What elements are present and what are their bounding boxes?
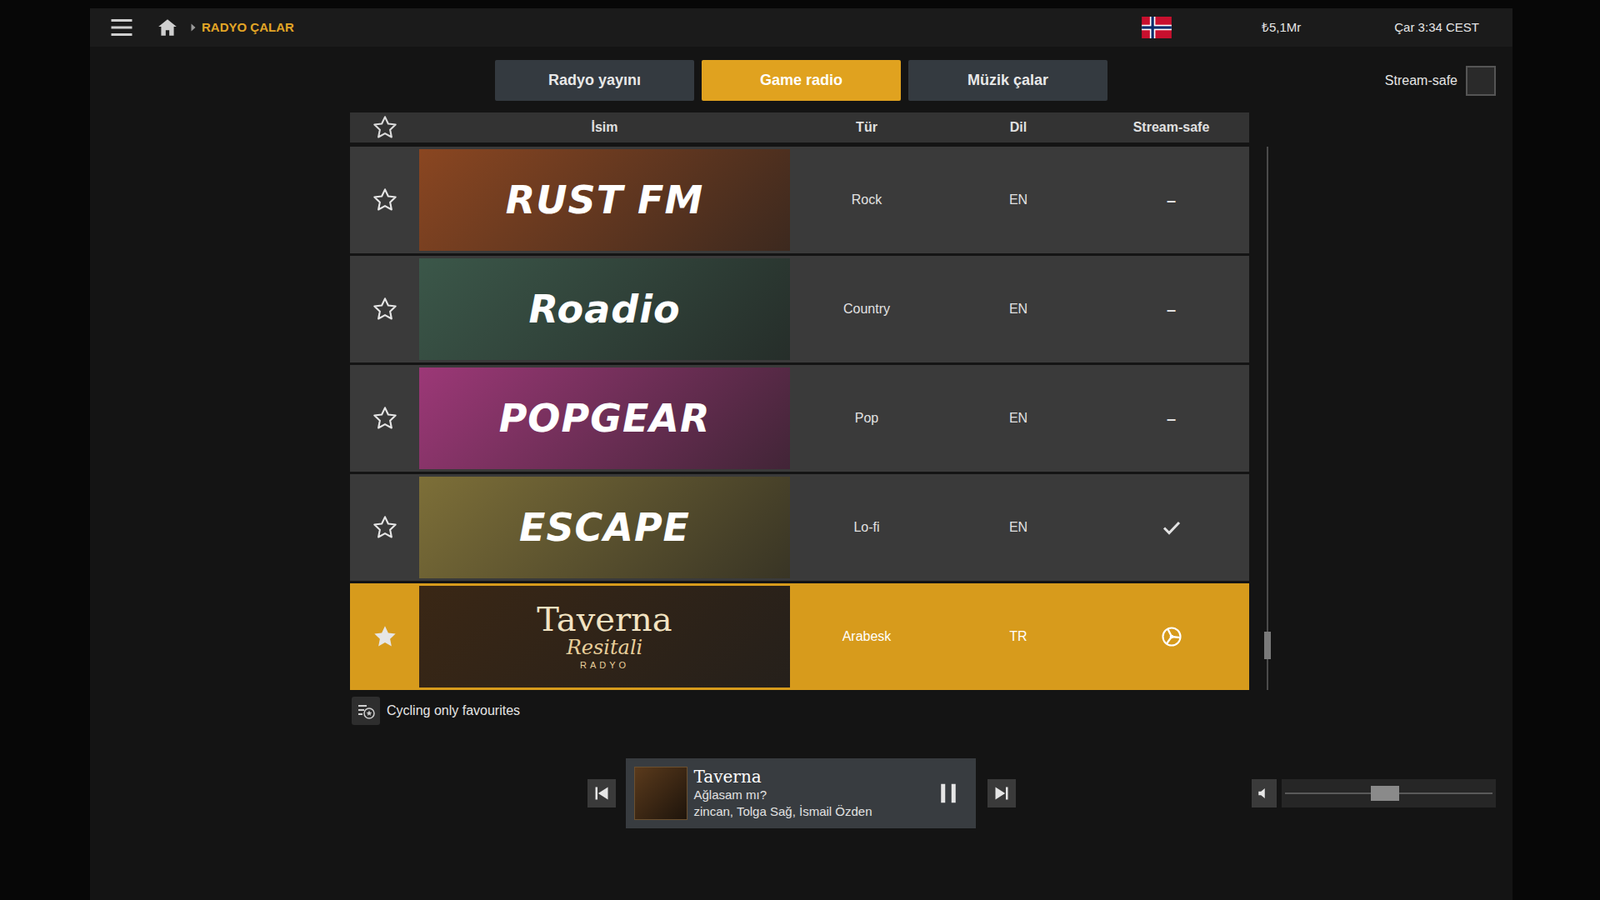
top-bar: RADYO ÇALAR ₺5,1Mr Çar 3:34 CEST — [90, 8, 1513, 47]
tab[interactable]: Müzik çalar — [908, 60, 1108, 101]
menu-icon[interactable] — [109, 15, 135, 40]
column-header[interactable]: Tür — [790, 117, 944, 138]
stream-safe-cell: – — [1093, 405, 1250, 431]
star-filled-icon[interactable] — [371, 623, 399, 650]
money: ₺5,1Mr — [1261, 18, 1301, 38]
track-info: TavernaAğlasam mı?zincan, Tolga Sağ, İsm… — [694, 767, 930, 820]
song-artists: zincan, Tolga Sağ, İsmail Özden — [694, 803, 930, 820]
station-tag: RADYO — [580, 658, 630, 673]
station-table: İsimTürDilStream-safeRUST FMRockEN–Roadi… — [350, 112, 1250, 690]
player-row: TavernaAğlasam mı?zincan, Tolga Sağ, İsm… — [90, 758, 1513, 829]
tab[interactable]: Game radio — [701, 60, 901, 101]
next-icon[interactable] — [987, 779, 1016, 808]
app-frame: RADYO ÇALAR ₺5,1Mr Çar 3:34 CEST Radyo yayı… — [90, 0, 1513, 900]
volume-slider[interactable] — [1281, 779, 1496, 808]
player: TavernaAğlasam mı?zincan, Tolga Sağ, İsm… — [587, 758, 1016, 829]
clock: Çar 3:34 CEST — [1394, 18, 1480, 38]
previous-icon[interactable] — [587, 779, 616, 808]
home-icon[interactable] — [156, 16, 179, 39]
scrollbar-thumb[interactable] — [1264, 631, 1271, 660]
language-cell: EN — [943, 517, 1094, 538]
table-area: İsimTürDilStream-safeRUST FMRockEN–Roadi… — [90, 112, 1513, 690]
table-body: RUST FMRockEN–RoadioCountryEN–POPGEARPop… — [350, 146, 1250, 690]
station-name: POPGEAR — [499, 390, 711, 448]
tab-row: Radyo yayını Game radio Müzik çalar Stream-… — [90, 60, 1513, 101]
stream-safe-label: Stream-safe — [1385, 70, 1458, 91]
volume-thumb[interactable] — [1370, 785, 1400, 801]
table-header: İsimTürDilStream-safe — [350, 112, 1250, 143]
tab-label: Game radio — [760, 69, 843, 92]
station-banner: TavernaResitaliRADYO — [419, 585, 790, 688]
column-header[interactable]: İsim — [419, 117, 790, 138]
now-playing: TavernaAğlasam mı?zincan, Tolga Sağ, İsm… — [625, 758, 976, 829]
song-title: Ağlasam mı? — [694, 786, 930, 804]
stream-safe-special-icon — [1160, 625, 1184, 649]
station-banner: POPGEAR — [419, 367, 790, 470]
stream-safe-cell: – — [1093, 187, 1250, 213]
pause-icon[interactable] — [935, 780, 961, 806]
genre-cell: Rock — [790, 190, 944, 210]
language-cell: EN — [943, 299, 1094, 320]
star-icon — [371, 114, 399, 141]
scrollbar-line — [1266, 146, 1269, 690]
flag-icon — [1141, 16, 1172, 39]
star-outline-icon[interactable] — [371, 186, 399, 214]
station-name: Taverna — [536, 601, 672, 637]
cycle-favourites-icon — [351, 696, 380, 725]
station-banner: Roadio — [419, 258, 790, 360]
breadcrumb-current: RADYO ÇALAR — [201, 18, 295, 38]
station-name: ESCAPE — [519, 499, 690, 557]
tab-bar: Radyo yayını Game radio Müzik çalar — [495, 60, 1108, 101]
tab-label: Radyo yayını — [548, 69, 641, 92]
station-banner: ESCAPE — [419, 476, 790, 579]
language-cell: EN — [943, 190, 1094, 210]
language-cell: TR — [943, 626, 1094, 647]
main-panel: Radyo yayını Game radio Müzik çalar Stream-… — [90, 46, 1513, 900]
genre-cell: Country — [790, 299, 944, 320]
column-header[interactable]: Dil — [943, 117, 1094, 138]
station-name: RUST FM — [505, 171, 705, 230]
scrollbar-track[interactable] — [1264, 146, 1271, 690]
tab-label: Müzik çalar — [967, 69, 1049, 92]
check-icon — [1161, 517, 1182, 538]
stream-safe-filter: Stream-safe — [1107, 65, 1513, 96]
genre-cell: Arabesk — [790, 626, 944, 647]
star-outline-icon[interactable] — [371, 514, 399, 541]
speaker-icon[interactable] — [1251, 779, 1277, 808]
table-row[interactable]: RUST FM RockEN– — [350, 146, 1250, 254]
language-cell: EN — [943, 408, 1094, 429]
volume-control — [1015, 779, 1514, 808]
stream-safe-cell: – — [1093, 296, 1250, 322]
star-outline-icon[interactable] — [371, 405, 399, 432]
stream-safe-checkbox[interactable] — [1465, 65, 1496, 96]
star-outline-icon[interactable] — [371, 295, 399, 323]
chevron-icon — [188, 22, 199, 33]
station-thumbnail — [634, 766, 688, 820]
station-name: Roadio — [528, 280, 680, 339]
tab[interactable]: Radyo yayını — [495, 60, 695, 101]
table-row[interactable]: ESCAPE Lo-fiEN — [350, 474, 1250, 581]
table-row[interactable]: Roadio CountryEN– — [350, 255, 1250, 363]
cycling-label: Cycling only favourites — [386, 700, 520, 721]
genre-cell: Pop — [790, 408, 944, 429]
station-subtitle: Resitali — [566, 636, 644, 659]
cycling-toggle[interactable]: Cycling only favourites — [90, 696, 1513, 725]
genre-cell: Lo-fi — [790, 517, 944, 538]
station-title: Taverna — [694, 767, 930, 787]
table-row[interactable]: POPGEAR PopEN– — [350, 365, 1250, 472]
station-banner: RUST FM — [419, 149, 790, 251]
column-header[interactable]: Stream-safe — [1093, 117, 1250, 138]
table-row[interactable]: TavernaResitaliRADYOArabeskTR — [350, 583, 1250, 690]
